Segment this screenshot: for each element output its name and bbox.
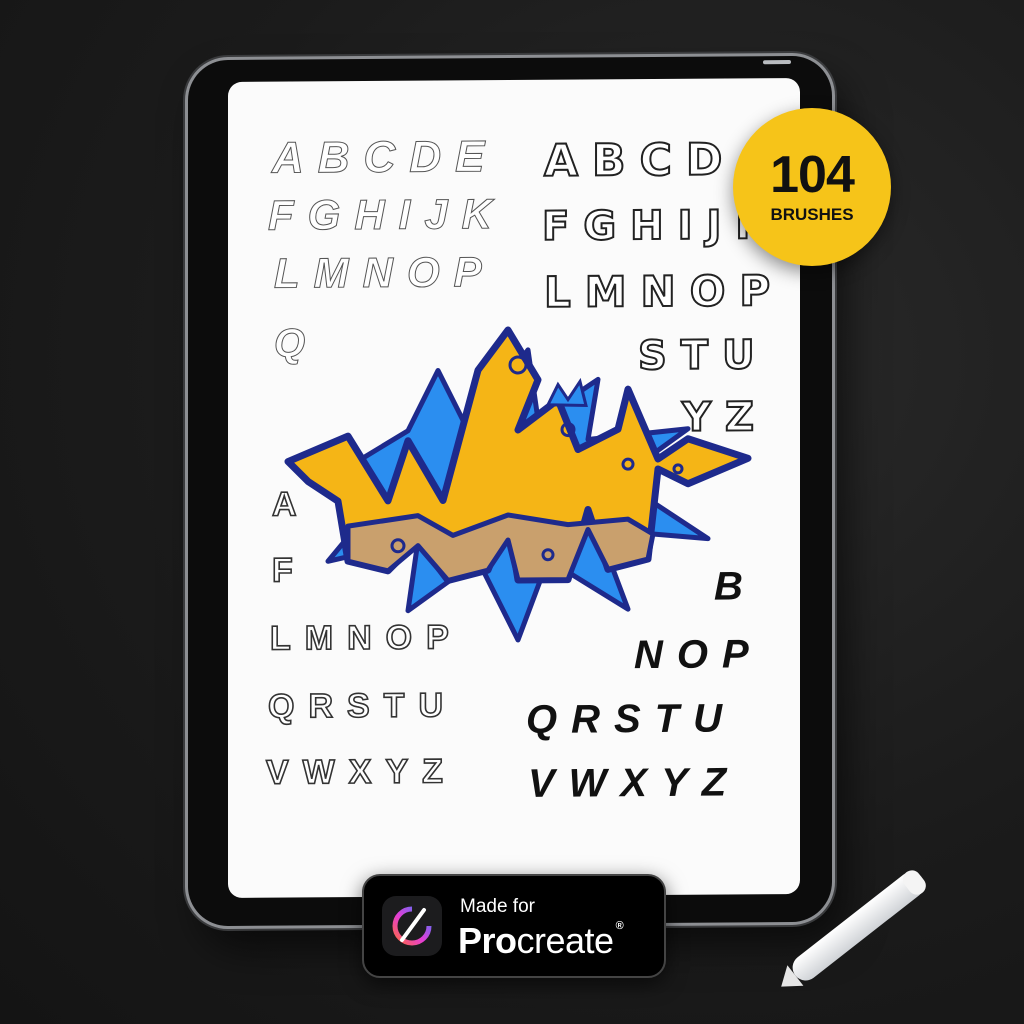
stylus-pencil: [781, 870, 926, 987]
product-mockup: ABCDE FGHIJK LMNOP Q ABCD FGHIJK LMNOP S…: [0, 0, 1024, 1024]
ink-alphabet-row: QRSTU: [526, 696, 736, 742]
procreate-logo-icon: [382, 896, 442, 956]
outline-alphabet-row: QRSTU: [267, 686, 458, 727]
tablet-screen: ABCDE FGHIJK LMNOP Q ABCD FGHIJK LMNOP S…: [228, 77, 800, 898]
outline-alphabet-row: VWXYZ: [265, 752, 458, 793]
brush-count-label: BRUSHES: [770, 205, 854, 224]
procreate-wordmark: Procreate ®: [458, 920, 624, 962]
wordmark-bold: Pro: [458, 920, 517, 961]
made-for-procreate-badge: Made for Procreate ®: [362, 874, 666, 978]
thin-alphabet-row: FGHIJK: [268, 190, 507, 240]
made-for-label: Made for: [460, 896, 535, 917]
crown-shape: [545, 377, 588, 408]
ink-alphabet-row: VWXYZ: [528, 760, 741, 806]
graffiti-artwork: [284, 326, 752, 643]
tablet-button: [763, 60, 791, 65]
wordmark-light: create: [516, 920, 615, 961]
registered-mark: ®: [615, 920, 624, 932]
brush-count-number: 104: [770, 146, 855, 204]
bubble-alphabet-row: ABCD: [543, 133, 737, 187]
thin-alphabet-row: ABCDE: [272, 132, 499, 184]
brush-count-badge: 104 BRUSHES: [733, 108, 891, 266]
thin-alphabet-row: LMNOP: [274, 248, 497, 298]
